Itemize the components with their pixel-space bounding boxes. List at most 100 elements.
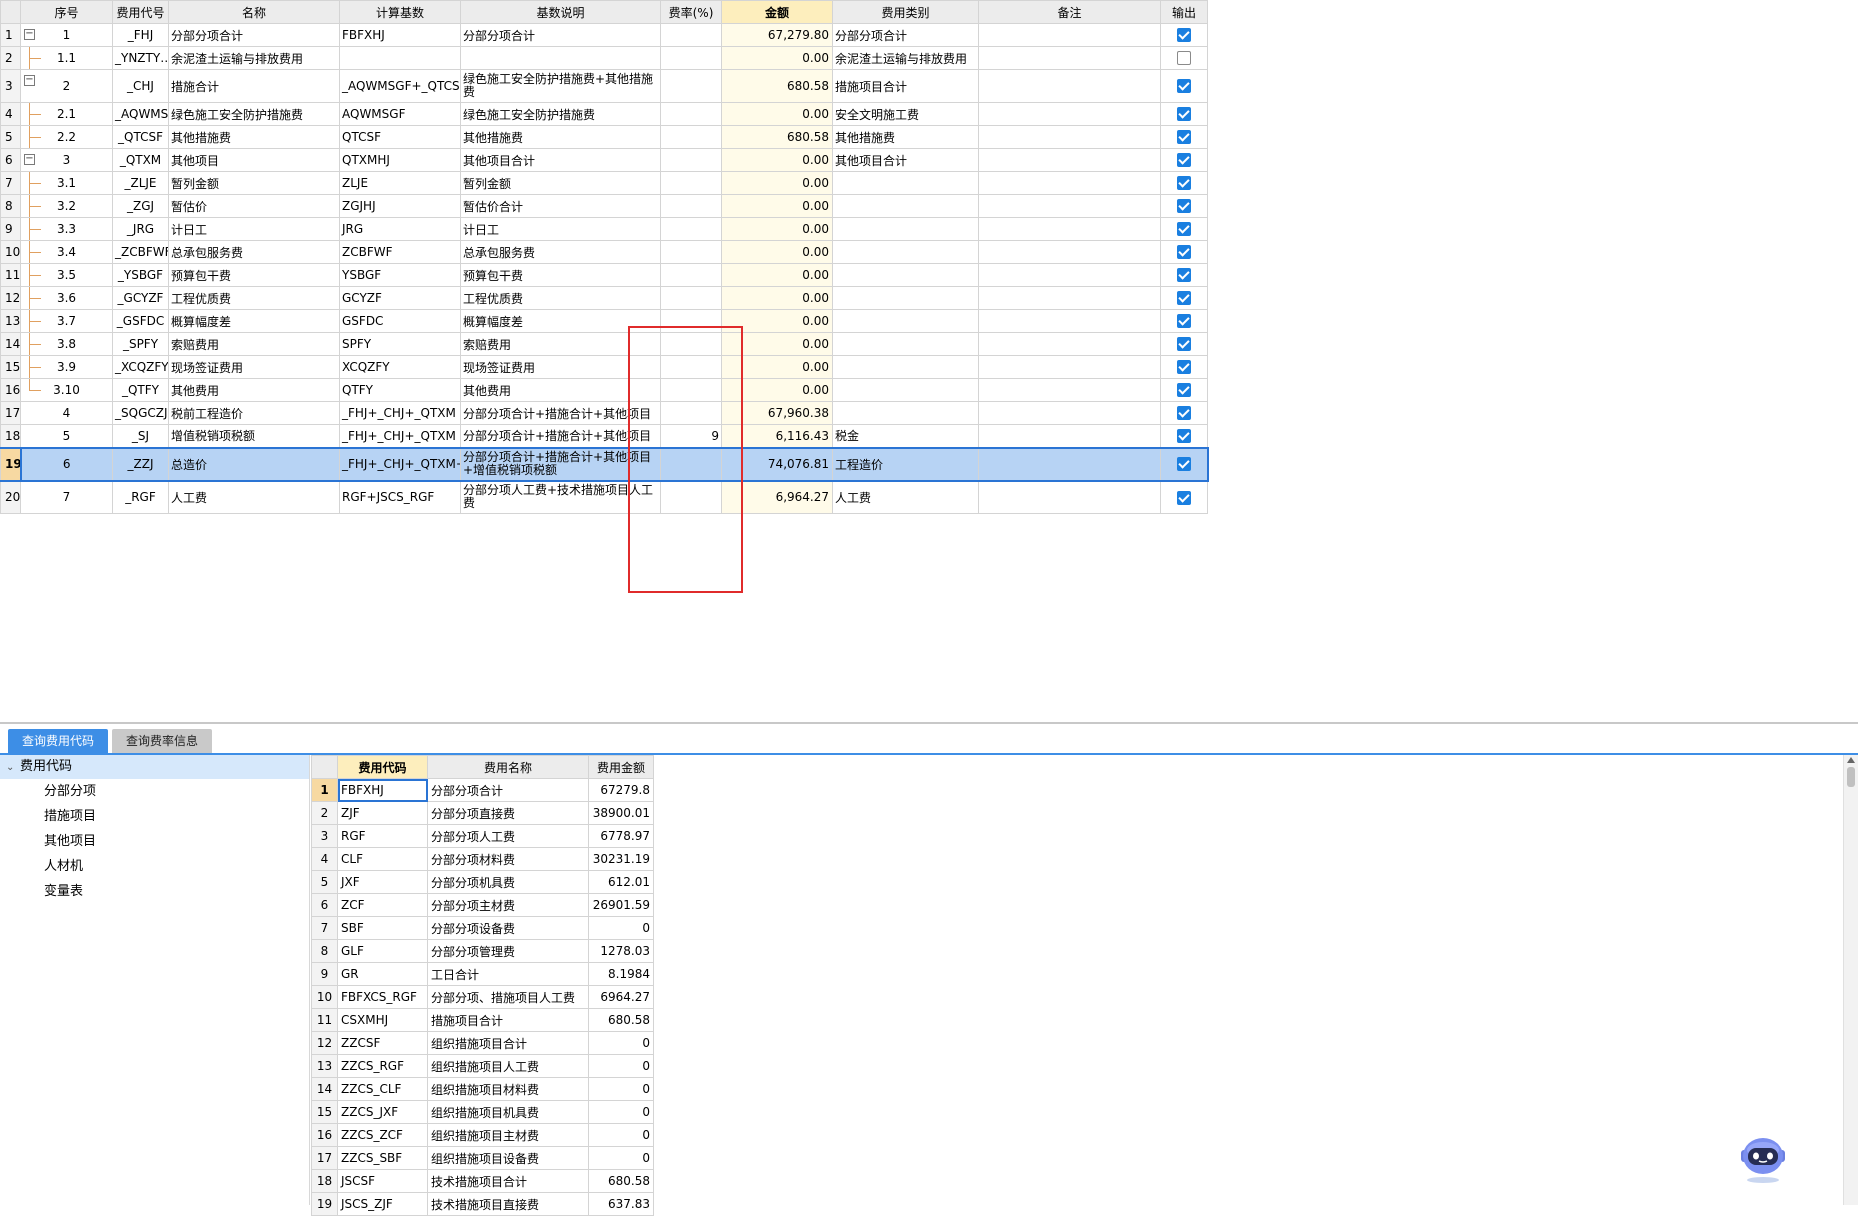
row-number[interactable]: 9 <box>0 217 21 241</box>
code-amount-cell[interactable]: 8.1984 <box>588 962 654 986</box>
fee-code-cell[interactable]: _QTXM <box>112 148 169 172</box>
code-amount-cell[interactable]: 612.01 <box>588 870 654 894</box>
checkbox-icon[interactable] <box>1177 337 1191 352</box>
base-cell[interactable]: QTCSF <box>339 125 461 149</box>
fee-row[interactable]: 17 4 _SQGCZJ 税前工程造价 _FHJ+_CHJ+_QTXM 分部分项合计+措施… <box>0 401 1208 425</box>
code-amount-cell[interactable]: 0 <box>588 1077 654 1101</box>
code-cell[interactable]: CLF <box>337 847 428 871</box>
fee-code-cell[interactable]: _RGF <box>112 480 169 514</box>
fee-row[interactable]: 6−3 _QTXM 其他项目 QTXMHJ 其他项目合计 0.00 其他项目合计 <box>0 148 1208 172</box>
seq-cell[interactable]: −3 <box>20 148 113 172</box>
base-cell[interactable]: QTFY <box>339 378 461 402</box>
remark-cell[interactable] <box>978 102 1161 126</box>
name-cell[interactable]: 总承包服务费 <box>168 240 340 264</box>
base-cell[interactable]: _FHJ+_CHJ+_QTXM+_SJ <box>339 446 461 482</box>
rate-cell[interactable] <box>660 355 722 379</box>
category-cell[interactable] <box>832 217 979 241</box>
seq-cell[interactable]: 4 <box>20 401 113 425</box>
category-cell[interactable]: 措施项目合计 <box>832 69 979 103</box>
seq-cell[interactable]: 7 <box>20 480 113 514</box>
name-cell[interactable]: 其他项目 <box>168 148 340 172</box>
output-cell[interactable] <box>1160 424 1208 448</box>
header-col-4[interactable]: 计算基数 <box>339 0 461 24</box>
rate-cell[interactable] <box>660 23 722 47</box>
header-col-10[interactable]: 输出 <box>1160 0 1208 24</box>
name-cell[interactable]: 总造价 <box>168 446 340 482</box>
code-name-cell[interactable]: 分部分项合计 <box>427 778 589 802</box>
code-row-number[interactable]: 16 <box>311 1123 338 1147</box>
base-cell[interactable] <box>339 46 461 70</box>
fee-row[interactable]: 2 1.1 _YNZTY… 余泥渣土运输与排放费用 0.00 余泥渣土运输与排放费用 <box>0 46 1208 70</box>
category-cell[interactable] <box>832 355 979 379</box>
base-cell[interactable]: AQWMSGF <box>339 102 461 126</box>
code-cell[interactable]: FBFXCS_RGF <box>337 985 428 1009</box>
header-col-8[interactable]: 费用类别 <box>832 0 979 24</box>
code-name-cell[interactable]: 组织措施项目合计 <box>427 1031 589 1055</box>
code-name-cell[interactable]: 分部分项人工费 <box>427 824 589 848</box>
code-row[interactable]: 8 GLF 分部分项管理费 1278.03 <box>311 939 654 963</box>
output-cell[interactable] <box>1160 401 1208 425</box>
header-col-0[interactable] <box>0 0 21 24</box>
code-name-cell[interactable]: 分部分项主材费 <box>427 893 589 917</box>
name-cell[interactable]: 人工费 <box>168 480 340 514</box>
name-cell[interactable]: 现场签证费用 <box>168 355 340 379</box>
code-row-number[interactable]: 8 <box>311 939 338 963</box>
output-cell[interactable] <box>1160 171 1208 195</box>
name-cell[interactable]: 计日工 <box>168 217 340 241</box>
base-desc-cell[interactable]: 其他措施费 <box>460 125 661 149</box>
header-col-9[interactable]: 备注 <box>978 0 1161 24</box>
base-desc-cell[interactable]: 分部分项合计 <box>460 23 661 47</box>
code-row[interactable]: 6 ZCF 分部分项主材费 26901.59 <box>311 893 654 917</box>
base-cell[interactable]: _FHJ+_CHJ+_QTXM <box>339 401 461 425</box>
rate-cell[interactable] <box>660 69 722 103</box>
code-cell[interactable]: ZZCS_RGF <box>337 1054 428 1078</box>
fee-code-cell[interactable]: _ZZJ <box>112 446 169 482</box>
base-desc-cell[interactable]: 分部分项合计+措施合计+其他项目 <box>460 424 661 448</box>
code-amount-cell[interactable]: 38900.01 <box>588 801 654 825</box>
rate-cell[interactable] <box>660 240 722 264</box>
rate-cell[interactable] <box>660 286 722 310</box>
rate-cell[interactable] <box>660 102 722 126</box>
row-number[interactable]: 5 <box>0 125 21 149</box>
robot-assistant-icon[interactable] <box>1735 1128 1791 1184</box>
fee-row[interactable]: 7 3.1 _ZLJE 暂列金额 ZLJE 暂列金额 0.00 <box>0 171 1208 195</box>
rate-cell[interactable]: 9 <box>660 424 722 448</box>
code-cell[interactable]: GR <box>337 962 428 986</box>
name-cell[interactable]: 工程优质费 <box>168 286 340 310</box>
code-amount-cell[interactable]: 0 <box>588 916 654 940</box>
fee-row[interactable]: 16 3.10 _QTFY 其他费用 QTFY 其他费用 0.00 <box>0 378 1208 402</box>
code-row[interactable]: 16 ZZCS_ZCF 组织措施项目主材费 0 <box>311 1123 654 1147</box>
base-cell[interactable]: QTXMHJ <box>339 148 461 172</box>
seq-cell[interactable]: −2 <box>20 69 113 103</box>
category-cell[interactable] <box>832 332 979 356</box>
remark-cell[interactable] <box>978 240 1161 264</box>
base-cell[interactable]: RGF+JSCS_RGF <box>339 480 461 514</box>
code-row[interactable]: 11 CSXMHJ 措施项目合计 680.58 <box>311 1008 654 1032</box>
header-col-6[interactable]: 费率(%) <box>660 0 722 24</box>
row-number[interactable]: 3 <box>0 69 21 103</box>
code-amount-cell[interactable]: 0 <box>588 1031 654 1055</box>
fee-row[interactable]: 14 3.8 _SPFY 索赔费用 SPFY 索赔费用 0.00 <box>0 332 1208 356</box>
fee-row[interactable]: 8 3.2 _ZGJ 暂估价 ZGJHJ 暂估价合计 0.00 <box>0 194 1208 218</box>
remark-cell[interactable] <box>978 23 1161 47</box>
code-header-col-1[interactable]: 费用代码 <box>337 755 428 779</box>
code-header-col-0[interactable] <box>311 755 338 779</box>
header-col-7[interactable]: 金额 <box>721 0 833 24</box>
row-number[interactable]: 8 <box>0 194 21 218</box>
seq-cell[interactable]: 2.1 <box>20 102 113 126</box>
seq-cell[interactable]: 3.6 <box>20 286 113 310</box>
tree-item-fbfx[interactable]: 分部分项 <box>0 779 309 804</box>
fee-code-cell[interactable]: _SPFY <box>112 332 169 356</box>
base-desc-cell[interactable]: 分部分项合计+措施合计+其他项目 <box>460 401 661 425</box>
output-cell[interactable] <box>1160 69 1208 103</box>
row-number[interactable]: 6 <box>0 148 21 172</box>
code-row-number[interactable]: 13 <box>311 1054 338 1078</box>
name-cell[interactable]: 余泥渣土运输与排放费用 <box>168 46 340 70</box>
code-row-number[interactable]: 2 <box>311 801 338 825</box>
fee-code-cell[interactable]: _ZCBFWF <box>112 240 169 264</box>
output-cell[interactable] <box>1160 286 1208 310</box>
seq-cell[interactable]: 3.7 <box>20 309 113 333</box>
code-row[interactable]: 13 ZZCS_RGF 组织措施项目人工费 0 <box>311 1054 654 1078</box>
checkbox-icon[interactable] <box>1177 245 1191 260</box>
code-amount-cell[interactable]: 6778.97 <box>588 824 654 848</box>
